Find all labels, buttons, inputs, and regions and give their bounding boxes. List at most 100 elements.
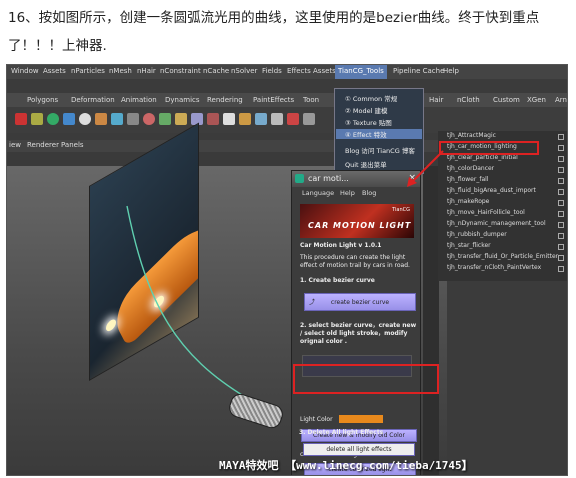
- shelf-tool-icon[interactable]: [159, 113, 171, 125]
- option-box[interactable]: [558, 222, 564, 228]
- menu-assets[interactable]: Assets: [43, 67, 66, 75]
- menu-nparticles[interactable]: nParticles: [71, 67, 105, 75]
- light-color-swatch[interactable]: [339, 415, 383, 423]
- shelf-tool-icon[interactable]: [63, 113, 75, 125]
- tab-hair[interactable]: Hair: [429, 96, 443, 104]
- delete-all-light-effects-button[interactable]: delete all light effects: [303, 443, 415, 456]
- menu-window[interactable]: Window: [11, 67, 39, 75]
- tab-painteffects[interactable]: PaintEffects: [253, 96, 294, 104]
- submenu-item[interactable]: tjh_nDynamic_management_tool: [447, 220, 546, 227]
- menu-item-quit[interactable]: Quit 退出菜单: [345, 159, 387, 169]
- submenu-item[interactable]: tjh_transfer_nCloth_PaintVertex: [447, 264, 541, 271]
- shelf-tool-icon[interactable]: [15, 113, 27, 125]
- plugin-menu-help[interactable]: Help: [340, 189, 355, 197]
- plugin-menu-language[interactable]: Language: [302, 189, 334, 197]
- menu-item-common[interactable]: ① Common 常规: [345, 93, 397, 103]
- menu-help[interactable]: Help: [443, 67, 459, 75]
- create-bezier-curve-button[interactable]: ⤴ create bezier curve: [304, 293, 416, 311]
- shelf-tool-icon[interactable]: [175, 113, 187, 125]
- window-title-bar[interactable]: car moti... ×: [292, 171, 420, 187]
- option-box[interactable]: [558, 134, 564, 140]
- menu-pipeline-cache[interactable]: Pipeline Cache: [393, 67, 444, 75]
- menu-nhair[interactable]: nHair: [137, 67, 156, 75]
- panel-menu-renderer[interactable]: Renderer: [27, 141, 59, 149]
- menu-nconstraint[interactable]: nConstraint: [160, 67, 201, 75]
- option-box[interactable]: [558, 178, 564, 184]
- option-box[interactable]: [558, 156, 564, 162]
- menu-item-model[interactable]: ② Model 建模: [345, 105, 387, 115]
- create-bezier-curve-label: create bezier curve: [330, 299, 390, 306]
- plugin-description: This procedure can create the light effe…: [300, 254, 410, 269]
- tab-toon[interactable]: Toon: [303, 96, 319, 104]
- plugin-menu-bar: Language Help Blog: [292, 189, 420, 201]
- shelf-tool-icon[interactable]: [95, 113, 107, 125]
- shelf-tool-icon[interactable]: [47, 113, 59, 125]
- annotation-highlight-button: [293, 364, 439, 394]
- option-box[interactable]: [558, 211, 564, 217]
- panel-menu-panels[interactable]: Panels: [61, 141, 84, 149]
- plugin-menu-blog[interactable]: Blog: [362, 189, 376, 197]
- tab-polygons[interactable]: Polygons: [27, 96, 58, 104]
- shelf-tool-icon[interactable]: [127, 113, 139, 125]
- option-box[interactable]: [558, 233, 564, 239]
- submenu-item[interactable]: tjh_colorDancer: [447, 165, 494, 172]
- menu-item-texture[interactable]: ③ Texture 贴图: [345, 117, 392, 127]
- tab-ncloth[interactable]: nCloth: [457, 96, 480, 104]
- window-title: car moti...: [308, 174, 349, 183]
- submenu-item[interactable]: tjh_fluid_bigArea_dust_import: [447, 187, 536, 194]
- step2-heading: 2. select bezier curve，create new / sele…: [300, 322, 417, 345]
- maya-menu-bar: Window Assets nParticles nMesh nHair nCo…: [7, 65, 567, 79]
- tab-rendering[interactable]: Rendering: [207, 96, 243, 104]
- shelf-tool-icon[interactable]: [143, 113, 155, 125]
- shelf-tool-icon[interactable]: [239, 113, 251, 125]
- option-box[interactable]: [558, 200, 564, 206]
- menu-nmesh[interactable]: nMesh: [109, 67, 132, 75]
- tab-arn[interactable]: Arn: [555, 96, 567, 104]
- banner-brand: TianCG: [392, 207, 410, 213]
- tiancg-tools-menu: ① Common 常规 ② Model 建模 ③ Texture 贴图 ④ Ef…: [334, 88, 424, 174]
- menu-nsolver[interactable]: nSolver: [231, 67, 257, 75]
- shelf-tabs: Polygons Deformation Animation Dynamics …: [7, 93, 567, 107]
- step1-heading: 1. Create bezier curve: [300, 277, 375, 284]
- option-box[interactable]: [558, 244, 564, 250]
- tab-deformation[interactable]: Deformation: [71, 96, 115, 104]
- option-box[interactable]: [558, 167, 564, 173]
- tab-dynamics[interactable]: Dynamics: [165, 96, 200, 104]
- menu-tiancg-tools[interactable]: TianCG_Tools: [335, 65, 387, 79]
- option-box[interactable]: [558, 255, 564, 261]
- shelf-tool-icon[interactable]: [255, 113, 267, 125]
- outliner-strip: [423, 166, 439, 475]
- submenu-item[interactable]: tjh_makeRope: [447, 198, 489, 205]
- submenu-item[interactable]: tjh_flower_fall: [447, 176, 488, 183]
- submenu-item[interactable]: tjh_move_HairFollicle_tool: [447, 209, 525, 216]
- submenu-item[interactable]: tjh_clear_particle_initial: [447, 154, 518, 161]
- banner-title: CAR MOTION LIGHT: [308, 221, 412, 230]
- menu-fields[interactable]: Fields: [262, 67, 282, 75]
- plugin-version: Car Motion Light v 1.0.1: [300, 242, 382, 249]
- close-icon[interactable]: ×: [408, 173, 416, 183]
- menu-item-blog[interactable]: Blog 访问 TianCG 博客: [345, 145, 415, 155]
- submenu-item[interactable]: tjh_transfer_fluid_Or_Particle_Emitter: [447, 253, 558, 260]
- option-box[interactable]: [558, 189, 564, 195]
- submenu-item[interactable]: tjh_rubbish_dumper: [447, 231, 507, 238]
- menu-ncache[interactable]: nCache: [203, 67, 229, 75]
- shelf-tool-icon[interactable]: [207, 113, 219, 125]
- maya-window-icon: [295, 174, 304, 183]
- tab-xgen[interactable]: XGen: [527, 96, 546, 104]
- option-box[interactable]: [558, 266, 564, 272]
- submenu-item[interactable]: tjh_star_flicker: [447, 242, 491, 249]
- menu-item-effect[interactable]: ④ Effect 特效: [336, 129, 422, 139]
- submenu-item[interactable]: tjh_AttractMagic: [447, 132, 496, 139]
- shelf-tool-icon[interactable]: [223, 113, 235, 125]
- shelf-tool-icon[interactable]: [303, 113, 315, 125]
- tab-custom[interactable]: Custom: [493, 96, 520, 104]
- shelf-tool-icon[interactable]: [271, 113, 283, 125]
- panel-menu-view[interactable]: iew: [9, 141, 21, 149]
- shelf-tool-icon[interactable]: [111, 113, 123, 125]
- shelf-tool-icon[interactable]: [31, 113, 43, 125]
- shelf-tool-icon[interactable]: [79, 113, 91, 125]
- shelf-tool-icon[interactable]: [287, 113, 299, 125]
- option-box[interactable]: [558, 145, 564, 151]
- menu-effects-assets[interactable]: Effects Assets: [287, 67, 336, 75]
- tab-animation[interactable]: Animation: [121, 96, 157, 104]
